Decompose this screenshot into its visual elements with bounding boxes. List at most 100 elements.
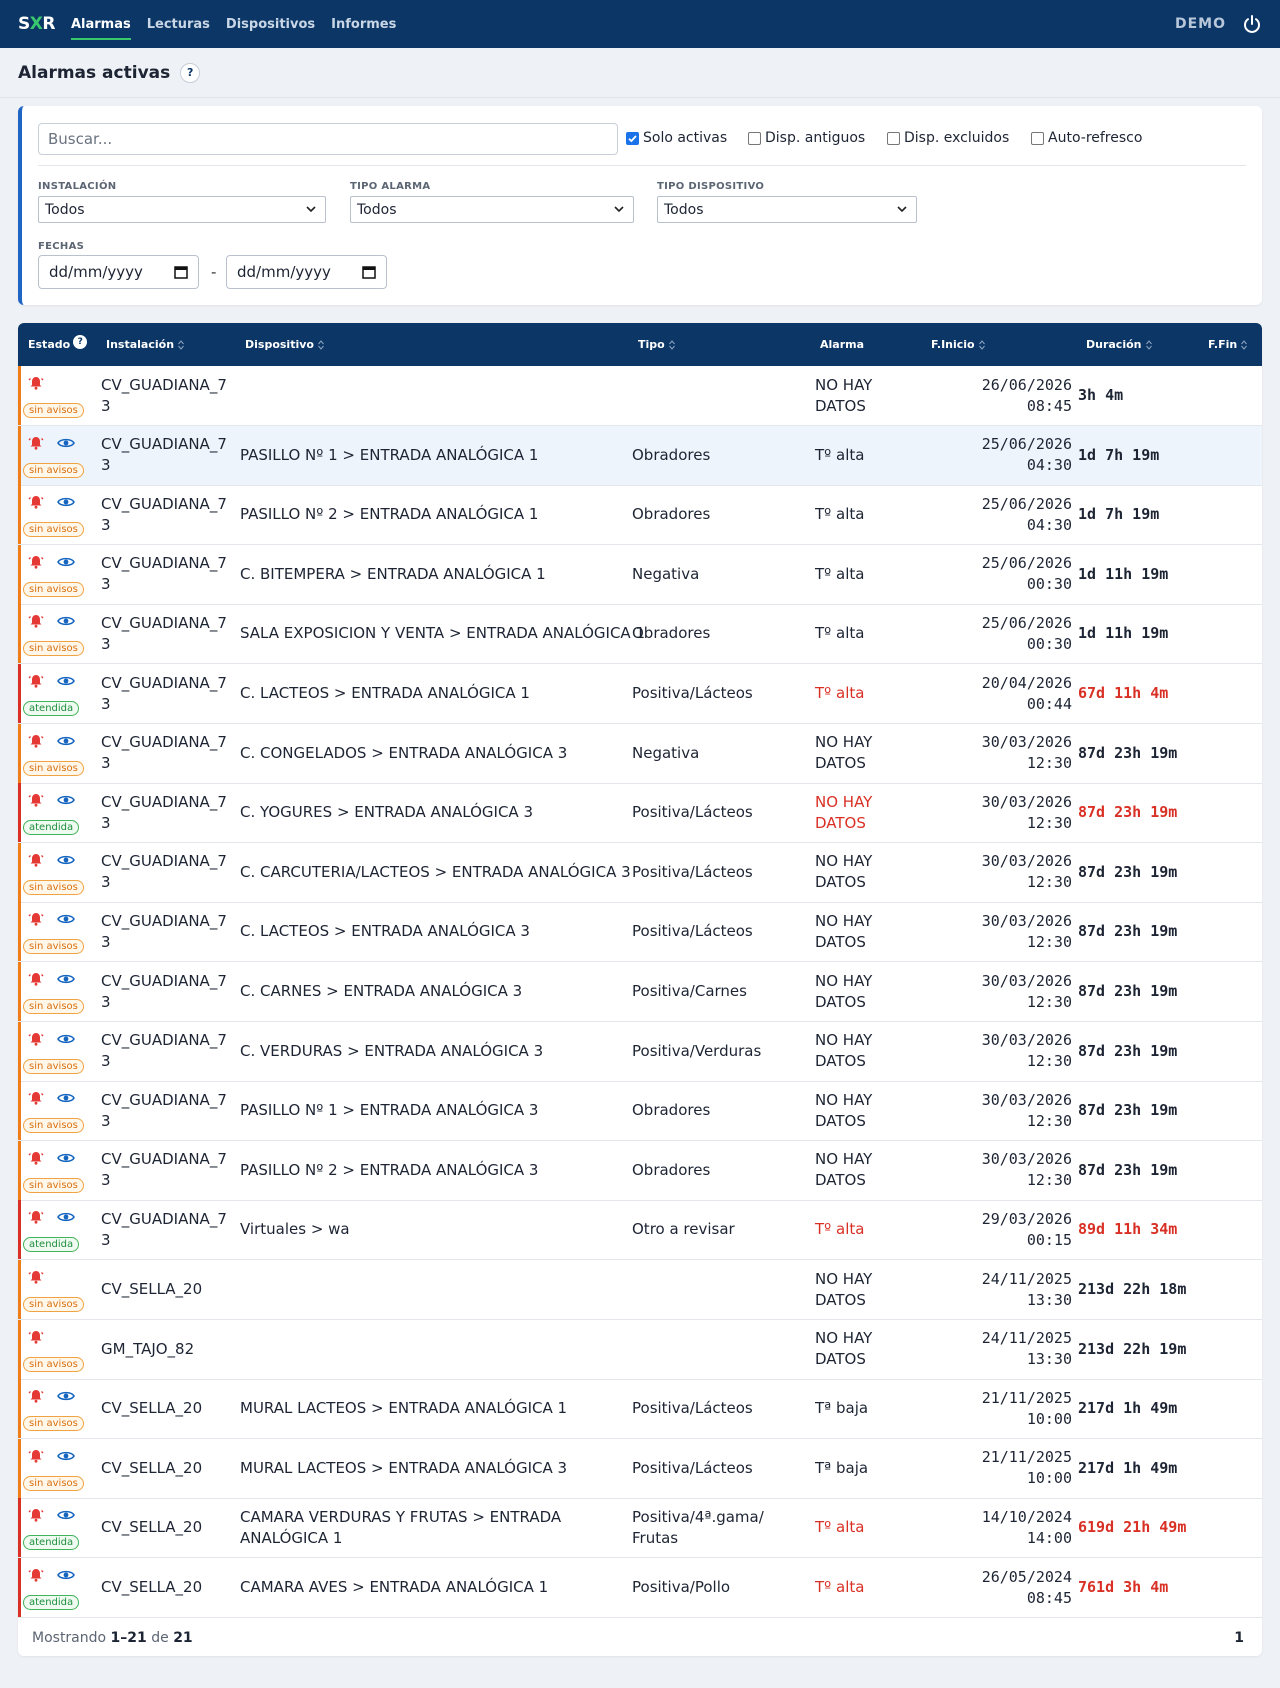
- eye-icon[interactable]: [57, 1090, 75, 1106]
- severity-bar: [18, 902, 21, 962]
- cell-tipo: Obradores: [632, 1101, 711, 1120]
- sort-icon: [318, 339, 324, 350]
- bell-alarm-icon: [28, 1329, 44, 1345]
- table-row[interactable]: sin avisos CV_GUADIANA_7 3 NO HAY DATOS 26/06…: [18, 366, 1262, 426]
- table-row[interactable]: sin avisos CV_GUADIANA_7 3 C. CARCUTERIA/LA…: [18, 842, 1262, 903]
- user-name[interactable]: DEMO: [1175, 16, 1226, 32]
- table-row[interactable]: atendida CV_SELLA_20 CAMARA VERDURAS Y FRU…: [18, 1498, 1262, 1559]
- checkbox-auto-refresco[interactable]: Auto-refresco: [1031, 130, 1142, 146]
- help-icon[interactable]: ?: [180, 62, 201, 83]
- bell-alarm-icon: [28, 1567, 44, 1583]
- help-icon[interactable]: ?: [73, 334, 88, 349]
- table-row[interactable]: sin avisos CV_SELLA_20 NO HAY DATOS 24/11/20…: [18, 1260, 1262, 1320]
- nav-lecturas[interactable]: Lecturas: [147, 13, 210, 36]
- table-row[interactable]: sin avisos CV_SELLA_20 MURAL LACTEOS > ENT…: [18, 1438, 1262, 1499]
- eye-icon[interactable]: [57, 1031, 75, 1047]
- eye-icon[interactable]: [57, 1150, 75, 1166]
- table-row[interactable]: sin avisos CV_GUADIANA_7 3 C. LACTEOS > ENT…: [18, 902, 1262, 963]
- header-ffin[interactable]: F.Fin: [1208, 323, 1248, 366]
- cell-duracion: 87d 23h 19m: [1078, 743, 1178, 762]
- cell-instalacion: CV_GUADIANA_7 3: [101, 1031, 227, 1071]
- table-row[interactable]: sin avisos CV_GUADIANA_7 3 PASILLO Nº 1 > E…: [18, 425, 1262, 486]
- eye-icon[interactable]: [57, 494, 75, 510]
- tipo-alarma-select[interactable]: Todos: [350, 196, 634, 223]
- nav-alarmas[interactable]: Alarmas: [70, 13, 131, 40]
- header-tipo[interactable]: Tipo: [638, 323, 675, 366]
- eye-icon[interactable]: [57, 1209, 75, 1225]
- checkbox-box[interactable]: [1031, 131, 1044, 145]
- cell-duracion: 1d 11h 19m: [1078, 624, 1169, 643]
- power-icon[interactable]: [1242, 14, 1262, 34]
- table-row[interactable]: sin avisos CV_SELLA_20 MURAL LACTEOS > ENT…: [18, 1379, 1262, 1440]
- logo-s: S: [18, 14, 30, 34]
- eye-icon[interactable]: [57, 852, 75, 868]
- cell-instalacion: CV_GUADIANA_7 3: [101, 852, 227, 892]
- header-alarma[interactable]: Alarma: [820, 323, 864, 366]
- cell-finicio: 26/05/2024 08:45: [981, 1567, 1072, 1607]
- calendar-icon[interactable]: [174, 265, 188, 279]
- table-row[interactable]: sin avisos GM_TAJO_82 NO HAY DATOS 24/11/202…: [18, 1319, 1262, 1380]
- header-dispositivo[interactable]: Dispositivo: [245, 323, 324, 366]
- table-row[interactable]: sin avisos CV_GUADIANA_7 3 C. BITEMPERA > E…: [18, 544, 1262, 605]
- pagination-page[interactable]: 1: [1234, 1630, 1244, 1646]
- eye-icon[interactable]: [57, 792, 75, 808]
- nav-informes[interactable]: Informes: [331, 13, 396, 36]
- cell-alarma: NO HAY DATOS: [815, 852, 873, 892]
- footer-de: de: [151, 1629, 169, 1646]
- cell-duracion: 87d 23h 19m: [1078, 922, 1178, 941]
- checkbox-disp-antiguos[interactable]: Disp. antiguos: [748, 130, 865, 146]
- eye-icon[interactable]: [57, 733, 75, 749]
- bell-alarm-icon: [28, 1507, 44, 1523]
- header-finicio[interactable]: F.Inicio: [931, 323, 985, 366]
- table-row[interactable]: atendida CV_GUADIANA_7 3 C. YOGURES > ENTRA…: [18, 783, 1262, 844]
- table-row[interactable]: atendida CV_GUADIANA_7 3 C. LACTEOS > ENTRA…: [18, 664, 1262, 724]
- checkbox-checked-icon[interactable]: [626, 131, 639, 145]
- search-input[interactable]: [38, 123, 618, 155]
- date-from-input[interactable]: dd/mm/yyyy: [38, 255, 199, 289]
- checkbox-box[interactable]: [887, 131, 900, 145]
- cell-instalacion: CV_SELLA_20: [101, 1399, 203, 1418]
- cell-duracion: 619d 21h 49m: [1078, 1518, 1187, 1537]
- eye-icon[interactable]: [57, 971, 75, 987]
- eye-icon[interactable]: [57, 613, 75, 629]
- table-row[interactable]: atendida CV_SELLA_20 CAMARA AVES > ENTRADA…: [18, 1558, 1262, 1618]
- calendar-icon[interactable]: [362, 265, 376, 279]
- sort-icon: [1241, 339, 1248, 350]
- header-estado[interactable]: Estado?: [28, 323, 88, 366]
- cell-finicio: 30/03/2026 12:30: [981, 1031, 1072, 1071]
- severity-bar: [18, 962, 21, 1021]
- checkbox-box[interactable]: [748, 131, 761, 145]
- eye-icon[interactable]: [57, 554, 75, 570]
- date-to-input[interactable]: dd/mm/yyyy: [226, 255, 387, 289]
- bell-alarm-icon: [28, 1090, 44, 1106]
- checkbox-solo-activas[interactable]: Solo activas: [626, 130, 727, 146]
- date-separator: -: [211, 263, 217, 281]
- eye-icon[interactable]: [57, 1388, 75, 1404]
- eye-icon[interactable]: [57, 1567, 75, 1583]
- logo-x: X: [29, 14, 43, 34]
- instalacion-select[interactable]: Todos: [38, 196, 326, 223]
- eye-icon[interactable]: [57, 1448, 75, 1464]
- table-row[interactable]: atendida CV_GUADIANA_7 3 Virtuales > wa Otro…: [18, 1200, 1262, 1261]
- app-logo[interactable]: SXR: [18, 14, 55, 34]
- eye-icon[interactable]: [57, 673, 75, 689]
- table-row[interactable]: sin avisos CV_GUADIANA_7 3 C. CONGELADOS > …: [18, 723, 1262, 784]
- table-row[interactable]: sin avisos CV_GUADIANA_7 3 C. VERDURAS > EN…: [18, 1021, 1262, 1082]
- status-badge: sin avisos: [23, 581, 84, 597]
- filter-panel: Solo activas Disp. antiguos Disp. exclui…: [18, 106, 1262, 305]
- tipo-dispositivo-select[interactable]: Todos: [657, 196, 917, 223]
- eye-icon[interactable]: [57, 911, 75, 927]
- cell-alarma: Tº alta: [815, 564, 865, 583]
- nav-dispositivos[interactable]: Dispositivos: [226, 13, 315, 36]
- select-value: Todos: [664, 201, 704, 218]
- table-row[interactable]: sin avisos CV_GUADIANA_7 3 C. CARNES > ENTR…: [18, 962, 1262, 1022]
- table-row[interactable]: sin avisos CV_GUADIANA_7 3 PASILLO Nº 2 > E…: [18, 485, 1262, 546]
- table-row[interactable]: sin avisos CV_GUADIANA_7 3 PASILLO Nº 2 > E…: [18, 1140, 1262, 1201]
- table-row[interactable]: sin avisos CV_GUADIANA_7 3 SALA EXPOSICION …: [18, 604, 1262, 665]
- eye-icon[interactable]: [57, 435, 75, 451]
- checkbox-disp-excluidos[interactable]: Disp. excluidos: [887, 130, 1009, 146]
- table-row[interactable]: sin avisos CV_GUADIANA_7 3 PASILLO Nº 1 > E…: [18, 1081, 1262, 1142]
- eye-icon[interactable]: [57, 1507, 75, 1523]
- header-duracion[interactable]: Duración: [1086, 323, 1152, 366]
- header-instalacion[interactable]: Instalación: [106, 323, 184, 366]
